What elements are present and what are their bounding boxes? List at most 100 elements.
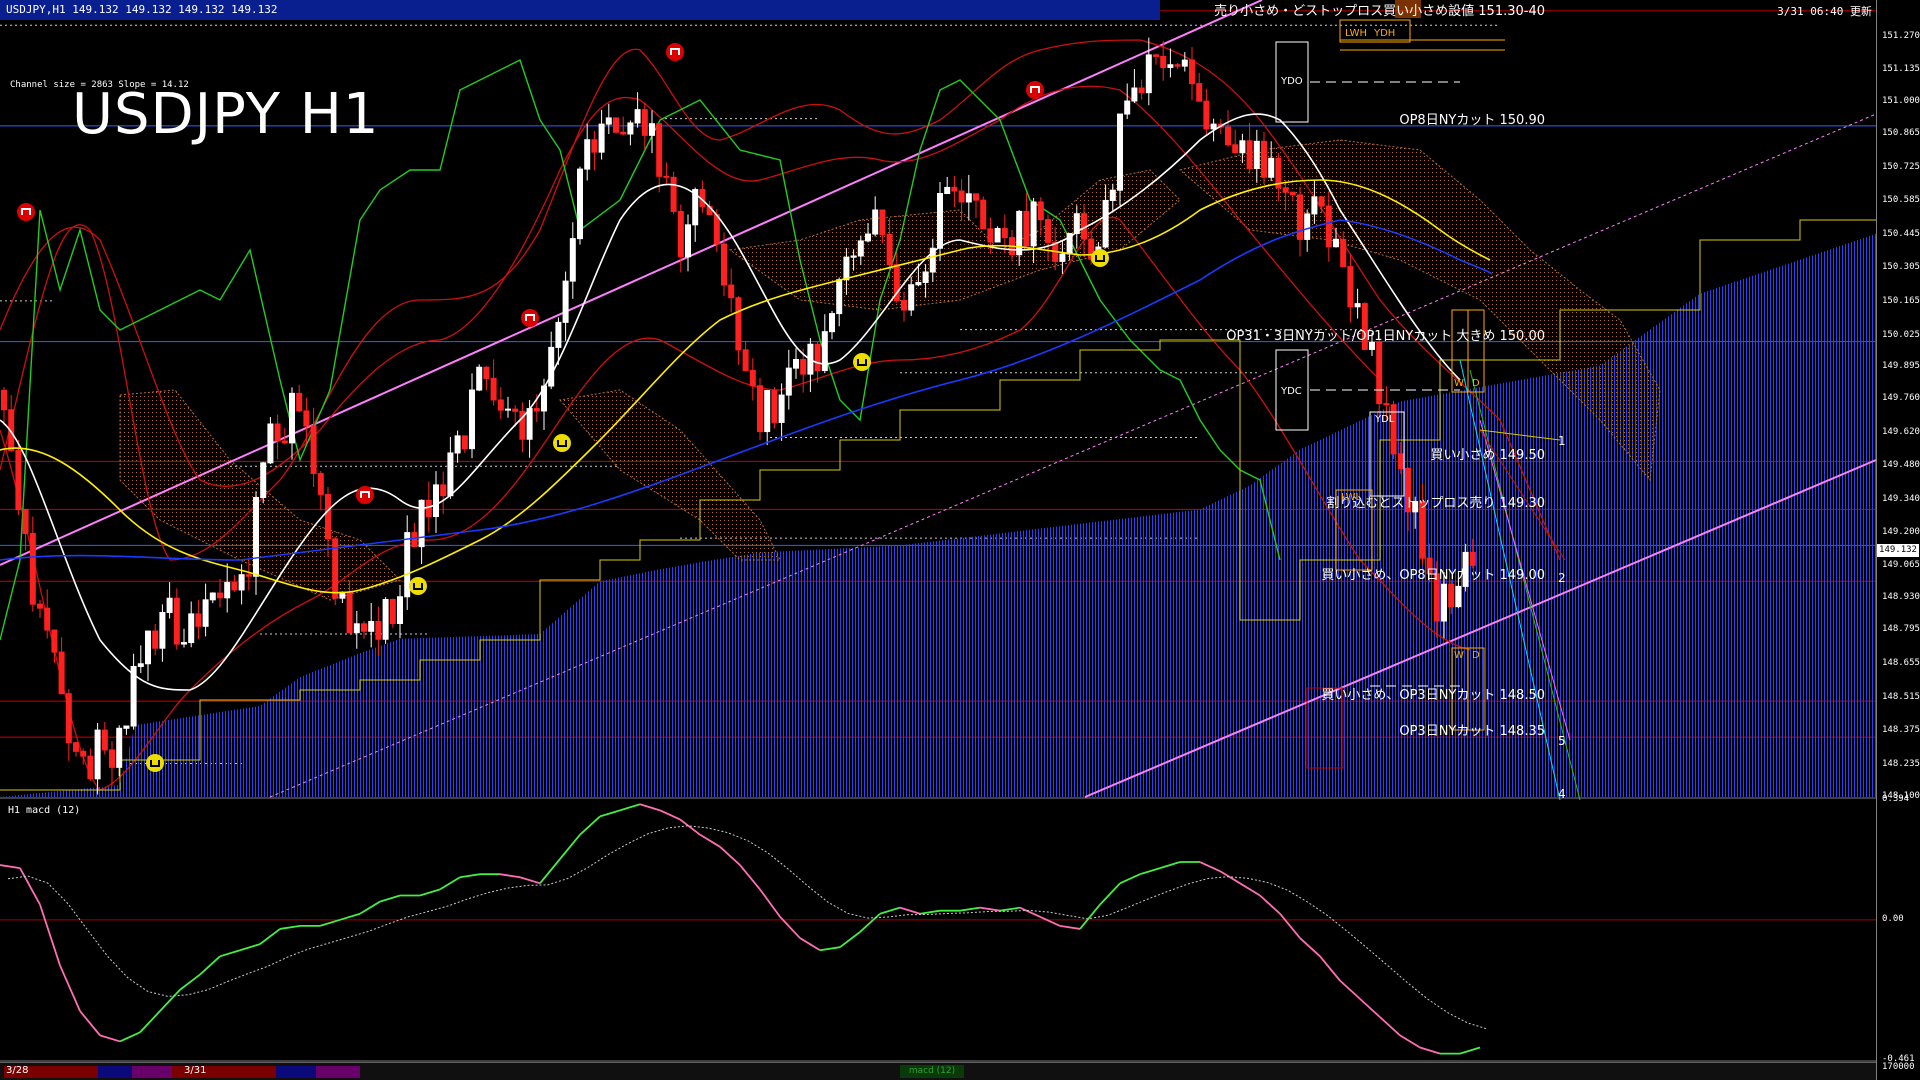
price-tick: 148.515 [1882,691,1920,702]
macd-line-segment [1079,904,1101,930]
candle-body [922,271,929,283]
macd-line-segment [1199,861,1221,872]
session-segment [316,1066,360,1078]
fractal-up-marker [409,577,427,595]
candle-body [461,435,468,450]
date-label-0: 3/28 [6,1065,29,1076]
candle-body [397,596,403,624]
candle-body [1246,140,1253,170]
candle-body [440,484,447,497]
price-tick: 150.585 [1882,195,1920,206]
symbol-info-text: USDJPY,H1 149.132 149.132 149.132 149.13… [6,3,278,16]
candle-body [490,377,497,401]
macd-line-segment [459,873,481,879]
macd-line-segment [1159,861,1181,869]
candle-body [641,109,648,136]
price-chart-canvas[interactable] [0,0,1920,1080]
fractal-up-marker [853,353,871,371]
candle-body [361,623,367,632]
candle-body [123,725,130,729]
macd-line-segment [799,937,821,951]
box-label: W [1454,650,1464,661]
price-tick: 150.725 [1882,161,1920,172]
price-tick: 149.065 [1882,559,1920,570]
candle-body [37,603,43,609]
session-segment [98,1066,132,1078]
candle-body [605,117,612,125]
fractal-down-marker [356,486,374,504]
box-label: LWL [1341,492,1362,503]
candle-body [1,389,7,411]
fractal-down-marker [1026,81,1044,99]
macd-line-segment [439,876,461,891]
candle-body [368,621,375,632]
price-tick: 148.930 [1882,592,1920,603]
macd-line-segment [1139,867,1161,876]
macd-line-segment [1039,915,1061,927]
candle-body [1174,64,1181,67]
macd-tab[interactable]: macd (12) [900,1065,964,1078]
price-axis[interactable]: 151.270 151.135 151.000 150.865 150.725 150.5… [1876,0,1920,1080]
candle-body [1340,238,1347,268]
candle-body [677,210,684,258]
time-axis-bar[interactable]: 3/28 3/31 macd (12) [0,1062,1876,1080]
candle-body [1023,210,1030,247]
box-label: LWH [1345,28,1368,39]
candle-body [433,484,439,518]
candle-body [73,742,79,752]
session-segment [276,1066,316,1078]
candle-body [317,473,324,495]
candle-body [289,392,295,444]
price-tick: 149.620 [1882,426,1920,437]
candle-body [886,233,893,266]
macd-line-segment [219,949,241,958]
macd-line-segment [759,888,781,918]
macd-line-segment [1299,937,1321,957]
macd-line-segment [599,809,621,818]
candle-body [80,750,87,757]
candle-body [389,598,396,624]
candle-body [764,390,771,433]
candle-body [1354,303,1361,308]
wave-number-label: 5 [1558,733,1566,748]
candle-body [577,168,583,240]
candle-body [447,452,454,497]
candle-body [793,359,799,369]
macd-line-segment [559,834,581,860]
candle-body [245,574,252,577]
candle-body [836,279,843,315]
macd-signal-line [7,825,1489,1030]
candle-body [1383,403,1390,406]
candle-body [1225,126,1231,146]
candle-body [1282,187,1289,193]
candle-body [987,228,994,243]
candle-body [238,574,245,591]
macd-line-segment [239,943,261,952]
fractal-down-marker [17,203,35,221]
level-annotation: 買い小さめ、OP3日NYカット 148.50 [1321,688,1545,704]
price-tick: 149.895 [1882,360,1920,371]
candle-body [15,449,22,511]
candle-body [591,139,598,153]
candle-body [757,385,763,433]
candle-body [253,497,259,577]
box-label: W [1454,378,1464,389]
chart-window[interactable]: USDJPY,H1 149.132 149.132 149.132 149.13… [0,0,1920,1080]
macd-line-segment [819,946,841,952]
level-annotation: 売り小さめ・どストップロス買い小さめ設値 151.30-40 [1214,4,1545,19]
candle-body [267,423,274,464]
candle-body [1117,113,1123,191]
candle-body [1167,64,1174,68]
macd-line-segment [419,888,441,897]
candle-body [872,209,879,235]
candle-body [1289,191,1296,196]
price-tick: 150.165 [1882,296,1920,307]
macd-line-segment [1339,979,1361,1000]
candle-body [850,255,857,258]
wave-number-label: 4 [1558,786,1566,801]
candle-body [843,256,850,281]
candle-body [994,228,1001,243]
macd-line-segment [359,900,381,915]
macd-line-segment [1059,925,1081,930]
candle-body [814,343,821,372]
